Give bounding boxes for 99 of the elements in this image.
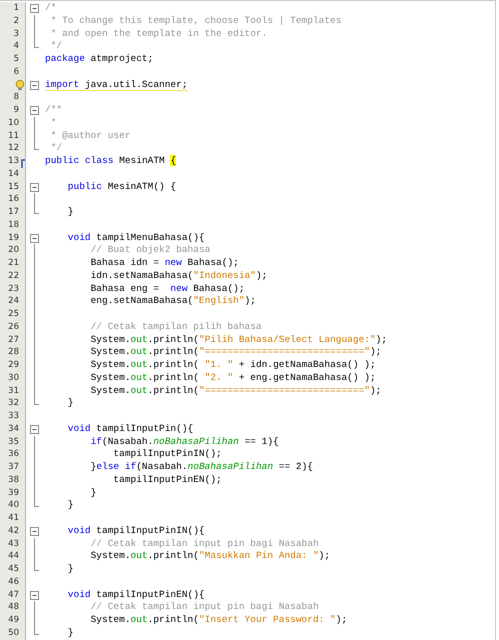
line-number: 22 — [8, 272, 19, 280]
code-line: void tampilInputPinIN(){ — [66, 524, 205, 538]
line-number: 45 — [8, 565, 19, 574]
line-number: 10 — [8, 118, 19, 128]
code-line: System.out.println("Pilih Bahasa/Select Language:"); — [90, 334, 388, 346]
line-number: 35 — [8, 438, 19, 446]
line-number: 17 — [8, 208, 19, 217]
line-number: 43 — [8, 540, 19, 548]
code-line: } — [66, 563, 74, 576]
code-line: public MesinATM() { — [66, 180, 176, 194]
code-line: System.out.println( "2. " + eng.getNamaBahasa() ); — [90, 372, 376, 384]
code-line: import java.util.Scanner; — [45, 78, 188, 92]
lightbulb-icon[interactable] — [15, 80, 25, 90]
code-line: // Buat objek2 bahasa — [90, 244, 210, 257]
line-number: 14 — [8, 170, 19, 178]
code-line: * @author user — [50, 130, 131, 142]
line-number: 20 — [8, 246, 19, 255]
code-line: // Cetak tampilan input pin bagi Nasabah — [90, 538, 319, 550]
line-number: 9 — [14, 106, 19, 115]
line-number: 33 — [8, 412, 19, 421]
line-number: 19 — [8, 234, 19, 242]
line-number: 48 — [8, 603, 19, 612]
code-line: Bahasa idn = new Bahasa(); — [90, 257, 239, 270]
line-number: 5 — [14, 55, 19, 64]
line-number: 2 — [14, 16, 19, 26]
collapse-icon[interactable] — [30, 80, 39, 90]
code-line: } — [66, 626, 74, 640]
collapse-icon[interactable] — [30, 234, 39, 242]
line-number: 30 — [8, 374, 19, 382]
line-number: 39 — [8, 488, 19, 498]
code-line: System.out.println("Insert Your Password: "); — [90, 614, 348, 627]
line-number: 42 — [8, 526, 19, 536]
line-number: 8 — [14, 93, 19, 102]
line-number: 41 — [8, 514, 19, 523]
line-number: 15 — [8, 182, 19, 192]
line-number: 24 — [8, 297, 19, 306]
line-number: 44 — [8, 552, 19, 561]
code-line: Bahasa eng = new Bahasa(); — [90, 282, 245, 296]
code-line: // Cetak tampilan pilih bahasa — [90, 320, 262, 334]
code-line: void tampilInputPinEN(){ — [66, 588, 205, 602]
code-line: void tampilMenuBahasa(){ — [66, 232, 205, 244]
code-line: if(Nasabah.noBahasaPilihan == 1){ — [90, 436, 279, 448]
code-line: System.out.println("============================"); — [90, 346, 382, 359]
line-number: 36 — [8, 450, 19, 459]
collapse-icon[interactable] — [30, 526, 39, 536]
collapse-icon[interactable] — [30, 106, 39, 115]
collapse-icon[interactable] — [30, 424, 39, 434]
line-number: 34 — [8, 424, 19, 434]
code-line: }else if(Nasabah.noBahasaPilihan == 2){ — [90, 461, 313, 474]
line-number: 3 — [14, 30, 19, 38]
code-line: } — [66, 499, 74, 512]
line-number: 40 — [8, 501, 19, 510]
line-number: 13 — [8, 157, 19, 166]
code-line: * To change this template, choose Tools | Templates — [50, 14, 342, 28]
code-line: } — [66, 206, 74, 219]
code-line: /** — [45, 104, 62, 117]
line-number: 49 — [8, 616, 19, 625]
code-line: * — [50, 116, 56, 130]
line-number: 31 — [8, 386, 19, 396]
line-number: 28 — [8, 348, 19, 357]
code-line: } — [66, 397, 74, 410]
line-number: 50 — [8, 628, 19, 638]
code-line: */ — [50, 40, 62, 53]
line-number: 29 — [8, 361, 19, 370]
code-line: tampilInputPinIN(); — [112, 448, 222, 461]
collapse-icon[interactable] — [30, 590, 39, 600]
code-line: package atmproject; — [45, 53, 154, 66]
line-number: 18 — [8, 220, 19, 230]
line-number: 1 — [14, 4, 19, 13]
code-line: */ — [50, 142, 62, 155]
code-line: public class MesinATM { — [45, 155, 176, 168]
code-line: idn.setNamaBahasa("Indonesia"); — [90, 270, 268, 282]
line-number: 46 — [8, 578, 19, 586]
code-line: /* — [45, 2, 56, 15]
line-number: 21 — [8, 259, 19, 268]
line-number: 11 — [8, 132, 19, 140]
line-number: 6 — [14, 68, 19, 76]
line-number: 47 — [8, 590, 19, 600]
code-line: // Cetak tampilan input pin bagi Nasabah — [90, 601, 319, 614]
line-number: 4 — [14, 42, 19, 51]
code-line: * and open the template in the editor. — [50, 28, 268, 40]
line-number: 12 — [8, 144, 19, 153]
line-number: 25 — [8, 310, 19, 319]
code-line: eng.setNamaBahasa("English"); — [90, 295, 256, 308]
line-number: 26 — [8, 322, 19, 332]
code-line: void tampilInputPin(){ — [66, 422, 194, 436]
code-line: tampilInputPinEN(); — [112, 474, 222, 486]
code-line: } — [90, 486, 96, 500]
collapse-icon[interactable] — [30, 4, 39, 13]
code-line: System.out.println( "1. " + idn.getNamaBahasa() ); — [90, 359, 376, 372]
line-number: 23 — [8, 284, 19, 294]
code-line: System.out.println("============================"); — [90, 384, 382, 398]
line-number: 16 — [8, 195, 19, 204]
code-line: System.out.println("Masukkan Pin Anda: "); — [90, 550, 330, 563]
line-number: 27 — [8, 336, 19, 344]
line-number: 32 — [8, 399, 19, 408]
line-number: 37 — [8, 463, 19, 472]
line-number: 38 — [8, 476, 19, 484]
collapse-icon[interactable] — [30, 182, 39, 192]
